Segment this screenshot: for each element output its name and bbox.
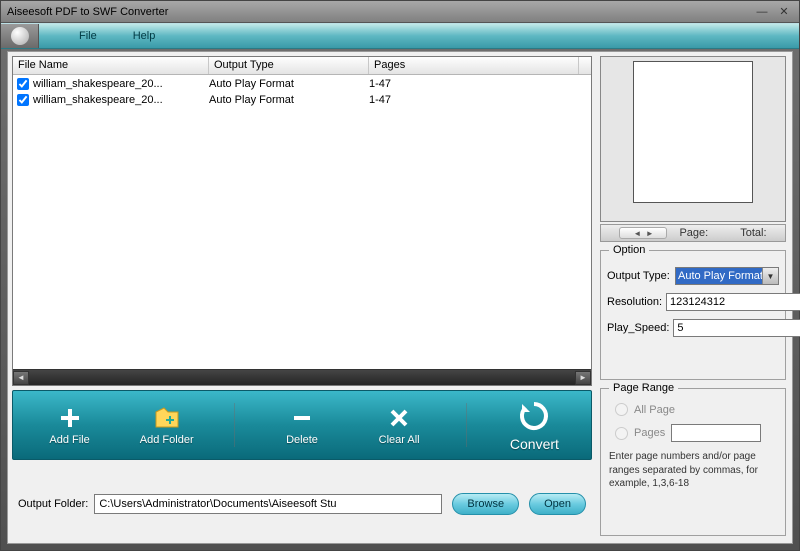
- page-range-hint: Enter page numbers and/or page ranges se…: [609, 450, 777, 491]
- toolbar-separator: [234, 403, 235, 447]
- preview-controls: ◄ ► Page: Total:: [600, 224, 786, 242]
- cell-output-type: Auto Play Format: [209, 78, 369, 90]
- output-folder-row: Output Folder: Browse Open: [12, 470, 592, 538]
- row-checkbox[interactable]: [17, 78, 29, 90]
- preview-page: [633, 61, 753, 203]
- convert-label: Convert: [510, 436, 559, 452]
- pages-radio[interactable]: [615, 427, 628, 440]
- open-button[interactable]: Open: [529, 493, 586, 515]
- all-page-radio[interactable]: [615, 403, 628, 416]
- titlebar: Aiseesoft PDF to SWF Converter — ✕: [1, 1, 799, 23]
- page-range-group: Page Range All Page Pages Enter page num…: [600, 388, 786, 536]
- column-headers: File Name Output Type Pages: [13, 57, 591, 75]
- pages-label: Pages: [634, 427, 665, 439]
- file-rows: william_shakespeare_20...Auto Play Forma…: [13, 75, 591, 109]
- x-icon: [386, 405, 412, 431]
- play-speed-input[interactable]: [673, 319, 800, 337]
- output-type-select[interactable]: Auto Play Format ▼: [675, 267, 779, 285]
- cell-pages: 1-47: [369, 94, 489, 106]
- clear-all-label: Clear All: [379, 434, 420, 446]
- add-folder-label: Add Folder: [140, 434, 194, 446]
- col-file-name[interactable]: File Name: [13, 57, 209, 74]
- play-speed-label: Play_Speed:: [607, 322, 673, 334]
- menubar: File Help: [39, 24, 173, 48]
- preview-pane: [600, 56, 786, 222]
- file-list: File Name Output Type Pages william_shak…: [12, 56, 592, 386]
- preview-nav-arrows[interactable]: ◄ ►: [619, 227, 667, 239]
- browse-button[interactable]: Browse: [452, 493, 519, 515]
- plus-icon: [57, 405, 83, 431]
- action-toolbar: Add File Add Folder Delete Clear All: [12, 390, 592, 460]
- app-icon-cell: [1, 24, 39, 48]
- menu-file[interactable]: File: [61, 24, 115, 48]
- cell-pages: 1-47: [369, 78, 489, 90]
- scroll-right-icon[interactable]: ►: [575, 371, 591, 385]
- resolution-label: Resolution:: [607, 296, 666, 308]
- minus-icon: [289, 405, 315, 431]
- pages-input[interactable]: [671, 424, 761, 442]
- output-folder-input[interactable]: [94, 494, 442, 514]
- content-area: File Name Output Type Pages william_shak…: [7, 51, 793, 544]
- horizontal-scrollbar[interactable]: ◄ ►: [13, 369, 591, 385]
- total-label: Total:: [740, 227, 766, 239]
- page-range-legend: Page Range: [609, 382, 678, 394]
- menu-help[interactable]: Help: [115, 24, 174, 48]
- table-row[interactable]: william_shakespeare_20...Auto Play Forma…: [13, 76, 591, 92]
- app-icon: [11, 27, 29, 45]
- minimize-button[interactable]: —: [753, 5, 771, 19]
- add-file-label: Add File: [49, 434, 89, 446]
- cell-file-name: william_shakespeare_20...: [33, 94, 209, 106]
- option-legend: Option: [609, 244, 649, 256]
- output-type-label: Output Type:: [607, 270, 675, 282]
- col-pages[interactable]: Pages: [369, 57, 579, 74]
- app-window: Aiseesoft PDF to SWF Converter — ✕ File …: [0, 0, 800, 551]
- resolution-input[interactable]: [666, 293, 800, 311]
- table-row[interactable]: william_shakespeare_20...Auto Play Forma…: [13, 92, 591, 108]
- menubar-wrap: File Help: [1, 23, 799, 49]
- convert-icon: [517, 399, 551, 433]
- col-output-type[interactable]: Output Type: [209, 57, 369, 74]
- clear-all-button[interactable]: Clear All: [369, 405, 429, 446]
- folder-plus-icon: [154, 405, 180, 431]
- row-checkbox[interactable]: [17, 94, 29, 106]
- convert-button[interactable]: Convert: [504, 399, 564, 452]
- cell-output-type: Auto Play Format: [209, 94, 369, 106]
- page-label: Page:: [679, 227, 708, 239]
- output-folder-label: Output Folder:: [18, 498, 88, 510]
- toolbar-separator-2: [466, 403, 467, 447]
- delete-button[interactable]: Delete: [272, 405, 332, 446]
- option-group: Option Output Type: Auto Play Format ▼ R…: [600, 250, 786, 380]
- scroll-left-icon[interactable]: ◄: [13, 371, 29, 385]
- add-folder-button[interactable]: Add Folder: [137, 405, 197, 446]
- chevron-down-icon: ▼: [762, 268, 778, 284]
- all-page-label: All Page: [634, 404, 675, 416]
- delete-label: Delete: [286, 434, 318, 446]
- add-file-button[interactable]: Add File: [40, 405, 100, 446]
- cell-file-name: william_shakespeare_20...: [33, 78, 209, 90]
- close-button[interactable]: ✕: [775, 5, 793, 19]
- output-type-value: Auto Play Format: [678, 270, 763, 282]
- window-title: Aiseesoft PDF to SWF Converter: [7, 6, 749, 18]
